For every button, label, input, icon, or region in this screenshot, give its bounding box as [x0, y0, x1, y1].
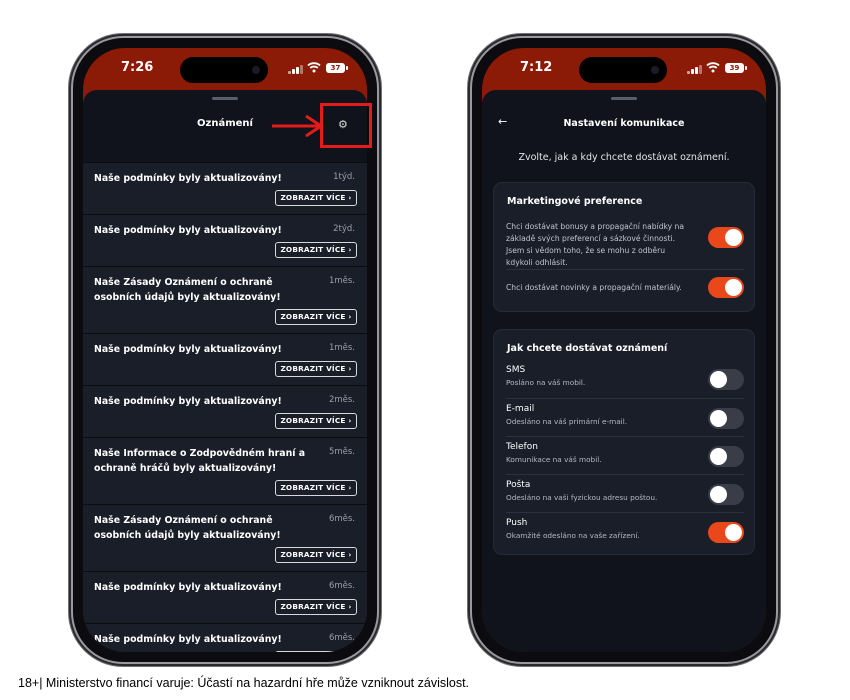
notification-text: Naše podmínky byly aktualizovány! [94, 173, 282, 184]
show-more-button[interactable]: ZOBRAZIT VÍCE › [275, 190, 357, 206]
notification-text: Naše podmínky byly aktualizovány! [94, 225, 282, 236]
card-title: Jak chcete dostávat oznámení [507, 343, 668, 354]
show-more-label: ZOBRAZIT VÍCE [280, 364, 346, 373]
battery-icon: 37 [326, 63, 348, 73]
show-more-button[interactable]: ZOBRAZIT VÍCE › [275, 599, 357, 615]
channel-toggle[interactable] [708, 408, 744, 429]
show-more-button[interactable]: ZOBRAZIT VÍCE › [275, 651, 357, 652]
show-more-label: ZOBRAZIT VÍCE [280, 602, 346, 611]
notifications-sheet: Oznámení ⚙ Naše podmínky byly aktualizov… [83, 90, 367, 652]
notification-text: Naše podmínky byly aktualizovány! [94, 634, 282, 645]
notification-item: Naše podmínky byly aktualizovány! 6měs. ZO… [83, 623, 367, 652]
channel-toggle[interactable] [708, 369, 744, 390]
bonuses-toggle[interactable] [708, 227, 744, 248]
marketing-row-label: Chci dostávat novinky a propagační mater… [506, 283, 682, 292]
show-more-label: ZOBRAZIT VÍCE [280, 312, 346, 321]
channel-row: E-mail Odesláno na váš primární e-mail. [506, 398, 744, 436]
notification-item: Naše Zásady Oznámení o ochraně osobních … [83, 504, 367, 571]
communication-settings-sheet: ← Nastavení komunikace Zvolte, jak a kdy… [482, 90, 766, 652]
notification-item: Naše podmínky byly aktualizovány! 1týd. ZO… [83, 162, 367, 214]
notification-item: Naše podmínky byly aktualizovány! 2měs. ZO… [83, 385, 367, 437]
right-phone: 7:12 39 ← Nastavení komunikace Zvolte, j… [472, 38, 776, 662]
notification-item: Naše Informace o Zodpovědném hraní a och… [83, 437, 367, 504]
channel-row: Telefon Komunikace na váš mobil. [506, 436, 744, 474]
notification-text: Naše podmínky byly aktualizovány! [94, 344, 282, 355]
show-more-button[interactable]: ZOBRAZIT VÍCE › [275, 361, 357, 377]
notification-time: 2týd. [333, 224, 355, 234]
channel-toggle[interactable] [708, 446, 744, 467]
notification-channels-card: Jak chcete dostávat oznámení SMS Posláno … [493, 329, 755, 555]
intro-text: Zvolte, jak a kdy chcete dostávat oznáme… [518, 152, 730, 163]
channel-toggle[interactable] [708, 522, 744, 543]
signal-icon [288, 64, 303, 74]
channel-row: SMS Posláno na váš mobil. [506, 360, 744, 398]
show-more-button[interactable]: ZOBRAZIT VÍCE › [275, 413, 357, 429]
notification-time: 6měs. [328, 633, 355, 643]
show-more-button[interactable]: ZOBRAZIT VÍCE › [275, 480, 357, 496]
signal-icon [687, 64, 702, 74]
show-more-label: ZOBRAZIT VÍCE [280, 483, 346, 492]
show-more-button[interactable]: ZOBRAZIT VÍCE › [275, 242, 357, 258]
wifi-icon [706, 62, 720, 73]
notification-item: Naše Zásady Oznámení o ochraně osobních … [83, 266, 367, 333]
notification-time: 1měs. [328, 343, 355, 353]
notification-text: Naše podmínky byly aktualizovány! [94, 582, 282, 593]
notification-item: Naše podmínky byly aktualizovány! 6měs. ZO… [83, 571, 367, 623]
notification-time: 1měs. [328, 276, 355, 286]
annotation-highlight-box [320, 103, 372, 148]
notifications-list: Naše podmínky byly aktualizovány! 1týd. ZO… [83, 162, 367, 652]
annotation-arrow-icon [272, 114, 324, 138]
channel-row: Push Okamžité odesláno na vaše zařízení. [506, 512, 744, 550]
marketing-row-news: Chci dostávat novinky a propagační mater… [506, 269, 744, 306]
marketing-row-bonuses: Chci dostávat bonusy a propagační nabídk… [506, 215, 744, 269]
marketing-row-label: Chci dostávat bonusy a propagační nabídk… [506, 222, 685, 267]
notification-item: Naše podmínky byly aktualizovány! 2týd. ZO… [83, 214, 367, 266]
gambling-warning: 18+| Ministerstvo financí varuje: Účastí… [18, 676, 470, 690]
dynamic-island [180, 57, 268, 83]
show-more-label: ZOBRAZIT VÍCE [280, 193, 346, 202]
sheet-grabber[interactable] [611, 97, 637, 100]
marketing-preferences-card: Marketingové preference Chci dostávat bo… [493, 182, 755, 312]
notification-text: Naše Zásady Oznámení o ochraně osobních … [94, 515, 281, 541]
status-time: 7:26 [121, 60, 154, 75]
settings-header: ← Nastavení komunikace [482, 114, 766, 134]
notification-time: 6měs. [328, 581, 355, 591]
notification-time: 1týd. [333, 172, 355, 182]
news-toggle[interactable] [708, 277, 744, 298]
wifi-icon [307, 62, 321, 73]
notification-text: Naše Informace o Zodpovědném hraní a och… [94, 448, 306, 474]
status-time: 7:12 [520, 60, 553, 75]
notification-item: Naše podmínky byly aktualizovány! 1měs. ZO… [83, 333, 367, 385]
channel-toggle[interactable] [708, 484, 744, 505]
show-more-label: ZOBRAZIT VÍCE [280, 550, 346, 559]
card-title: Marketingové preference [507, 196, 643, 207]
show-more-button[interactable]: ZOBRAZIT VÍCE › [275, 309, 357, 325]
show-more-button[interactable]: ZOBRAZIT VÍCE › [275, 547, 357, 563]
sheet-grabber[interactable] [212, 97, 238, 100]
notification-text: Naše Zásady Oznámení o ochraně osobních … [94, 277, 281, 303]
right-screen: 7:12 39 ← Nastavení komunikace Zvolte, j… [482, 48, 766, 652]
dynamic-island [579, 57, 667, 83]
page-title: Nastavení komunikace [563, 118, 685, 129]
notification-time: 5měs. [328, 447, 355, 457]
battery-icon: 39 [725, 63, 747, 73]
notification-time: 6měs. [328, 514, 355, 524]
show-more-label: ZOBRAZIT VÍCE [280, 416, 346, 425]
notification-time: 2měs. [328, 395, 355, 405]
channel-row: Pošta Odesláno na vaši fyzickou adresu po… [506, 474, 744, 512]
show-more-label: ZOBRAZIT VÍCE [280, 245, 346, 254]
notification-text: Naše podmínky byly aktualizovány! [94, 396, 282, 407]
